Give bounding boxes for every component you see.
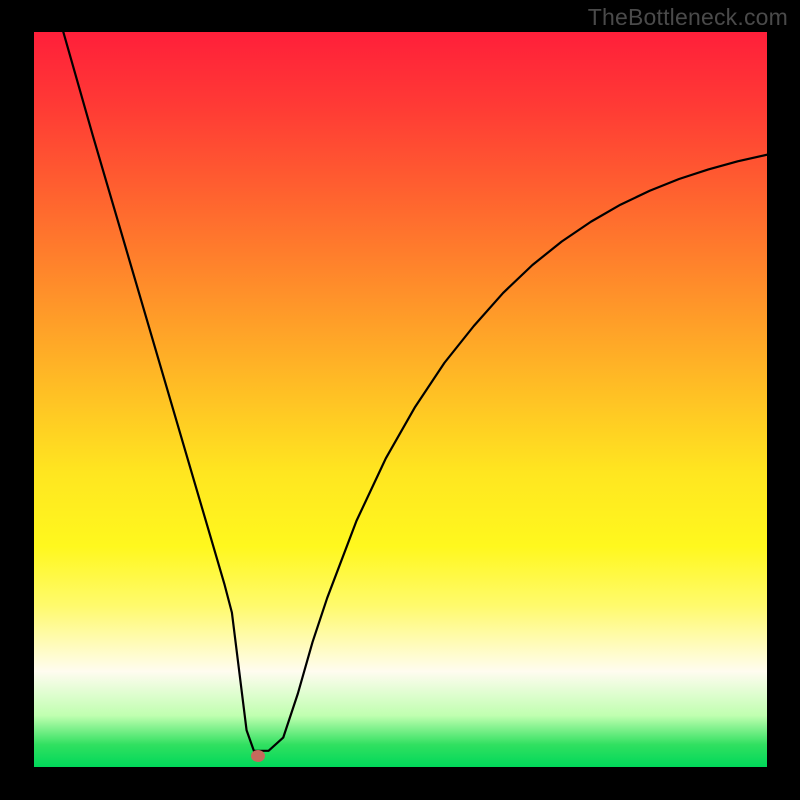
minimum-marker — [251, 750, 265, 762]
watermark-text: TheBottleneck.com — [588, 4, 788, 31]
bottleneck-curve — [34, 32, 767, 767]
plot-area — [34, 32, 767, 767]
chart-frame: TheBottleneck.com — [0, 0, 800, 800]
